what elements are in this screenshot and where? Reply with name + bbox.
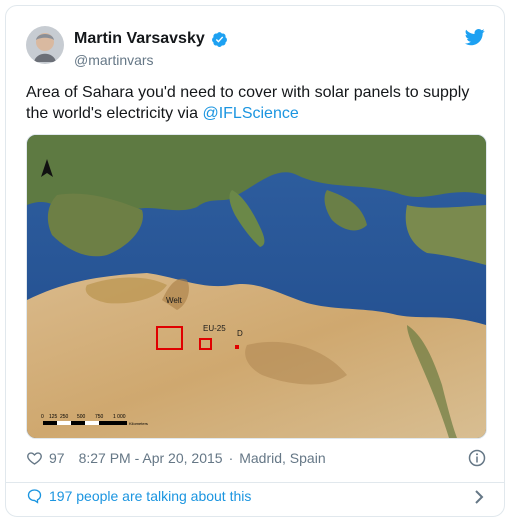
tweet-card: Martin Varsavsky @martinvars Area of Sah… <box>5 5 505 517</box>
info-icon[interactable] <box>468 449 486 467</box>
speech-bubble-icon <box>27 489 42 504</box>
talking-text[interactable]: 197 people are talking about this <box>49 488 251 504</box>
location[interactable]: Madrid, Spain <box>239 450 325 466</box>
scale-tick-125: 125 <box>49 414 58 420</box>
conversation-link[interactable]: 197 people are talking about this <box>26 488 251 504</box>
germany-area-box <box>235 345 239 349</box>
heart-icon[interactable] <box>26 450 43 466</box>
tweet-image[interactable]: Welt EU-25 D 0 125 250 500 750 1 000 Kil… <box>26 134 487 439</box>
verified-badge-icon <box>211 31 227 47</box>
divider <box>6 482 504 483</box>
display-name[interactable]: Martin Varsavsky <box>74 30 228 48</box>
display-name-text[interactable]: Martin Varsavsky <box>74 30 205 48</box>
mention-link[interactable]: @IFLScience <box>202 105 298 122</box>
scale-unit: Kilometers <box>129 421 148 426</box>
meta-separator: · <box>228 450 234 466</box>
avatar[interactable] <box>26 26 64 64</box>
scale-tick-750: 750 <box>95 414 104 420</box>
chevron-right-icon[interactable] <box>474 490 484 504</box>
label-eu25: EU-25 <box>203 324 226 333</box>
tweet-text: Area of Sahara you'd need to cover with … <box>26 82 486 124</box>
twitter-bird-icon[interactable] <box>464 27 486 47</box>
scale-tick-500: 500 <box>77 414 86 420</box>
user-handle[interactable]: @martinvars <box>74 52 154 68</box>
sahara-map: Welt EU-25 D 0 125 250 500 750 1 000 Kil… <box>27 135 486 438</box>
label-d: D <box>237 329 243 338</box>
tweet-meta: 97 8:27 PM - Apr 20, 2015 · Madrid, Spai… <box>26 450 326 466</box>
scale-tick-0: 0 <box>41 414 44 420</box>
label-welt: Welt <box>166 296 183 305</box>
timestamp[interactable]: 8:27 PM - Apr 20, 2015 <box>79 450 223 466</box>
scale-tick-250: 250 <box>60 414 69 420</box>
scale-tick-1000: 1 000 <box>113 414 126 420</box>
like-count[interactable]: 97 <box>49 450 65 466</box>
